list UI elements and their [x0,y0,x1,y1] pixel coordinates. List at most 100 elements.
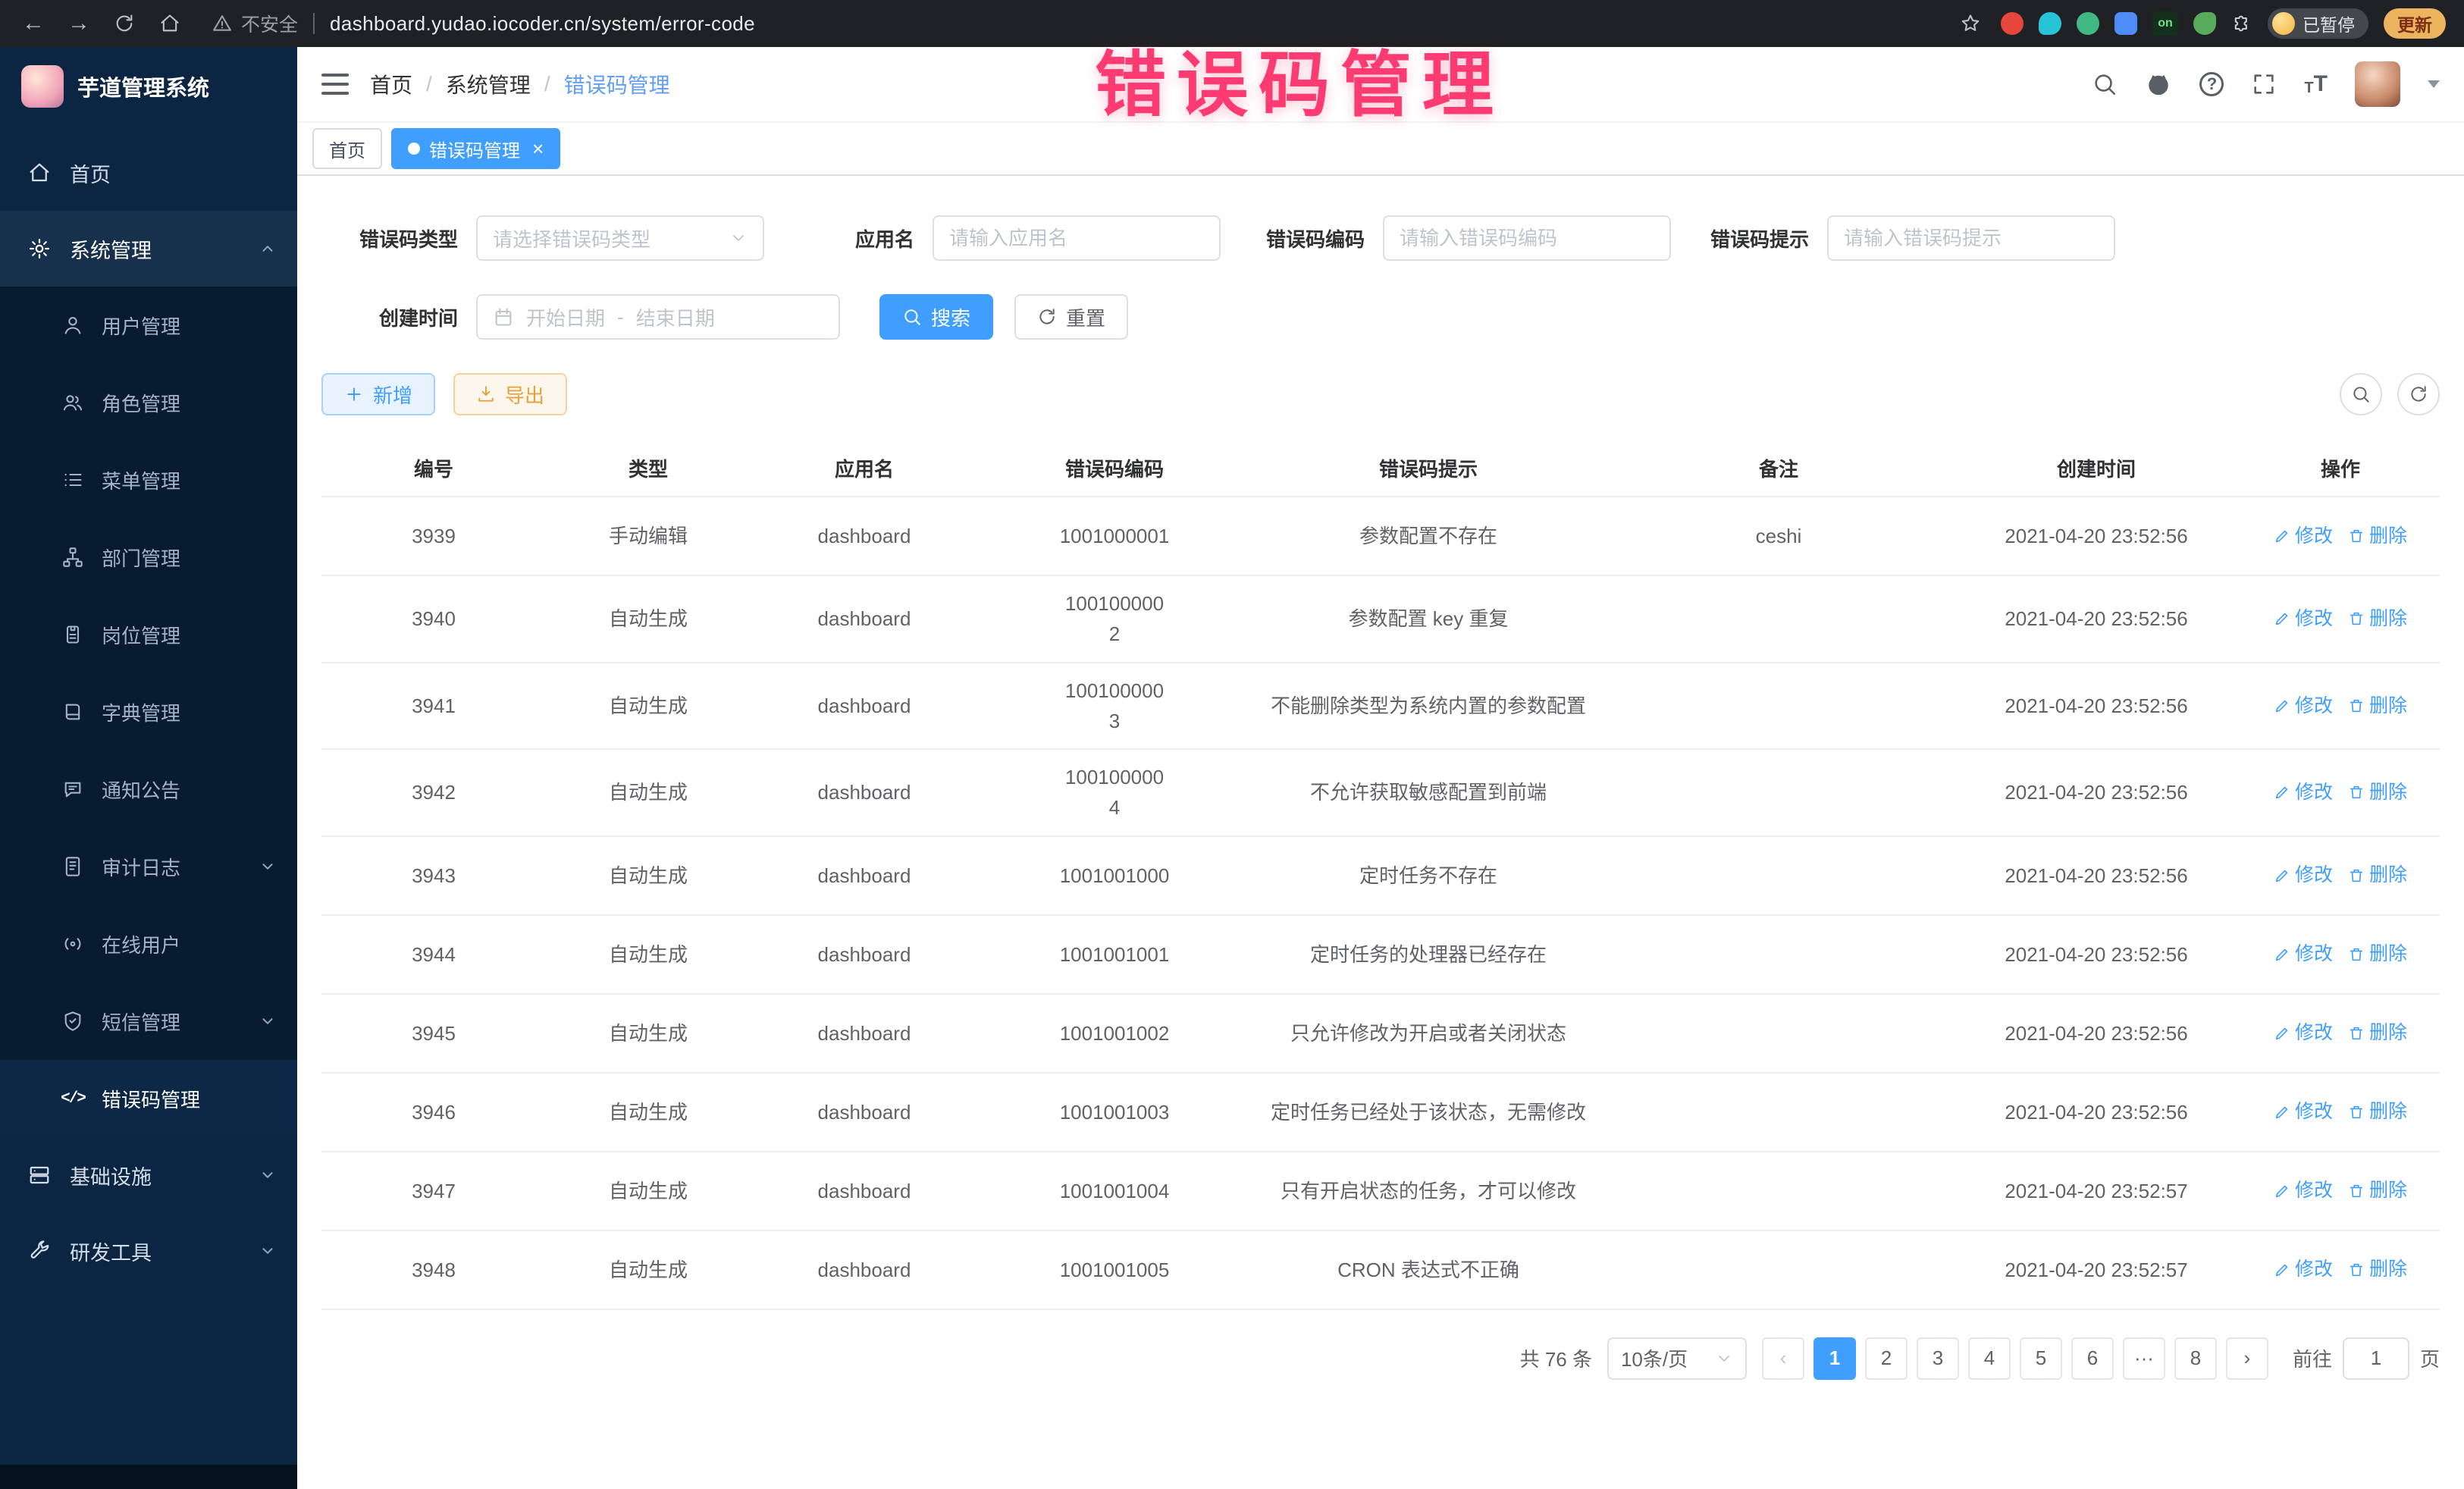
document-icon [61,856,85,877]
reset-button[interactable]: 重置 [1014,294,1128,340]
sidebar-item-roles[interactable]: 角色管理 [0,364,297,441]
tab-home[interactable]: 首页 [312,128,382,169]
fullscreen-icon[interactable] [2251,71,2277,97]
cell-ops: 修改 删除 [2241,1164,2440,1218]
font-size-icon[interactable]: TT [2304,73,2328,96]
refresh-table-button[interactable] [2397,373,2440,415]
add-button[interactable]: 新增 [321,373,435,415]
toggle-search-button[interactable] [2340,373,2382,415]
edit-link[interactable]: 修改 [2274,1255,2333,1284]
breadcrumb-home[interactable]: 首页 [370,69,412,99]
delete-link[interactable]: 删除 [2348,691,2407,721]
sidebar-item-home[interactable]: 首页 [0,135,297,211]
forward-button[interactable]: → [64,8,94,39]
extension-vue-icon[interactable] [2077,12,2099,35]
extension-on-badge[interactable]: on [2152,11,2178,36]
delete-link[interactable]: 删除 [2348,1018,2407,1048]
page-button-6[interactable]: 6 [2071,1337,2114,1380]
cell-time: 2021-04-20 23:52:56 [1951,765,2241,820]
page-size-select[interactable]: 10条/页 [1607,1337,1747,1380]
sidebar-item-notice[interactable]: 通知公告 [0,751,297,828]
delete-link[interactable]: 删除 [2348,860,2407,890]
error-type-select[interactable]: 请选择错误码类型 [476,215,764,261]
edit-link[interactable]: 修改 [2274,604,2333,634]
extensions-puzzle-icon[interactable] [2231,13,2252,34]
edit-link[interactable]: 修改 [2274,939,2333,969]
more-pages-button[interactable]: ··· [2123,1337,2165,1380]
edit-link[interactable]: 修改 [2274,1018,2333,1048]
close-icon[interactable]: × [532,139,544,158]
caret-down-icon[interactable] [2428,80,2440,88]
create-time-range[interactable]: 开始日期 - 结束日期 [476,294,840,340]
sidebar-item-audit-log[interactable]: 审计日志 [0,828,297,905]
error-code-input[interactable] [1383,215,1671,261]
export-button[interactable]: 导出 [453,373,567,415]
home-button[interactable] [155,8,185,39]
warning-icon [212,14,232,33]
profile-paused-badge[interactable]: 已暂停 [2268,8,2368,39]
delete-link[interactable]: 删除 [2348,522,2407,551]
sidebar-item-dict[interactable]: 字典管理 [0,673,297,751]
edit-link[interactable]: 修改 [2274,1097,2333,1127]
sidebar-item-users[interactable]: 用户管理 [0,287,297,364]
delete-link[interactable]: 删除 [2348,604,2407,634]
edit-link[interactable]: 修改 [2274,860,2333,890]
page-button-2[interactable]: 2 [1865,1337,1908,1380]
next-page-button[interactable]: › [2226,1337,2268,1380]
cell-msg: 不允许获取敏感配置到前端 [1251,765,1606,820]
sidebar-item-error-code[interactable]: </> 错误码管理 [0,1060,297,1137]
goto-page-input[interactable] [2343,1337,2409,1380]
help-icon[interactable]: ? [2199,72,2224,96]
page-button-3[interactable]: 3 [1917,1337,1959,1380]
sidebar-item-sms[interactable]: 短信管理 [0,983,297,1060]
extension-record-icon[interactable] [2001,12,2024,35]
extension-grid-icon[interactable] [2114,12,2137,35]
sidebar-item-infra[interactable]: 基础设施 [0,1137,297,1213]
page-button-8[interactable]: 8 [2174,1337,2217,1380]
book-icon [61,701,85,723]
sidebar-item-system[interactable]: 系统管理 [0,211,297,287]
delete-link[interactable]: 删除 [2348,1255,2407,1284]
app-logo-header[interactable]: 芋道管理系统 [0,47,297,126]
prev-page-button[interactable]: ‹ [1762,1337,1804,1380]
edit-link[interactable]: 修改 [2274,1176,2333,1205]
error-hint-input[interactable] [1827,215,2115,261]
cell-memo [1606,780,1951,804]
sidebar-item-online-users[interactable]: 在线用户 [0,905,297,983]
delete-link[interactable]: 删除 [2348,1176,2407,1205]
breadcrumb-system[interactable]: 系统管理 [446,69,531,99]
delete-link[interactable]: 删除 [2348,778,2407,807]
delete-link[interactable]: 删除 [2348,939,2407,969]
sidebar-item-menus[interactable]: 菜单管理 [0,441,297,519]
cell-app: dashboard [751,679,978,733]
app-name-input[interactable] [933,215,1221,261]
cell-msg: 参数配置不存在 [1251,509,1606,563]
extension-drop-icon[interactable] [2039,12,2061,35]
breadcrumb-current: 错误码管理 [564,69,670,99]
edit-link[interactable]: 修改 [2274,522,2333,551]
security-indicator[interactable]: 不安全 [212,10,298,37]
page-button-4[interactable]: 4 [1968,1337,2011,1380]
edit-link[interactable]: 修改 [2274,691,2333,721]
user-avatar[interactable] [2355,61,2400,107]
extension-leaf-icon[interactable] [2193,12,2216,35]
search-icon[interactable] [2092,71,2118,97]
reload-button[interactable] [109,8,140,39]
sidebar-collapse-bar[interactable] [0,1465,297,1489]
address-bar[interactable]: dashboard.yudao.iocoder.cn/system/error-… [330,12,755,36]
cell-memo [1606,1258,1951,1282]
back-button[interactable]: ← [18,8,49,39]
search-button[interactable]: 搜索 [879,294,993,340]
tab-error-code[interactable]: 错误码管理 × [391,128,560,169]
bookmark-star-icon[interactable] [1955,8,1986,39]
page-button-5[interactable]: 5 [2020,1337,2062,1380]
page-button-1[interactable]: 1 [1814,1337,1856,1380]
update-button[interactable]: 更新 [2384,8,2446,39]
delete-link[interactable]: 删除 [2348,1097,2407,1127]
github-icon[interactable] [2145,71,2172,98]
edit-link[interactable]: 修改 [2274,778,2333,807]
hamburger-icon[interactable] [321,74,349,95]
sidebar-item-depts[interactable]: 部门管理 [0,519,297,596]
sidebar-item-devtools[interactable]: 研发工具 [0,1213,297,1289]
sidebar-item-posts[interactable]: 岗位管理 [0,596,297,673]
